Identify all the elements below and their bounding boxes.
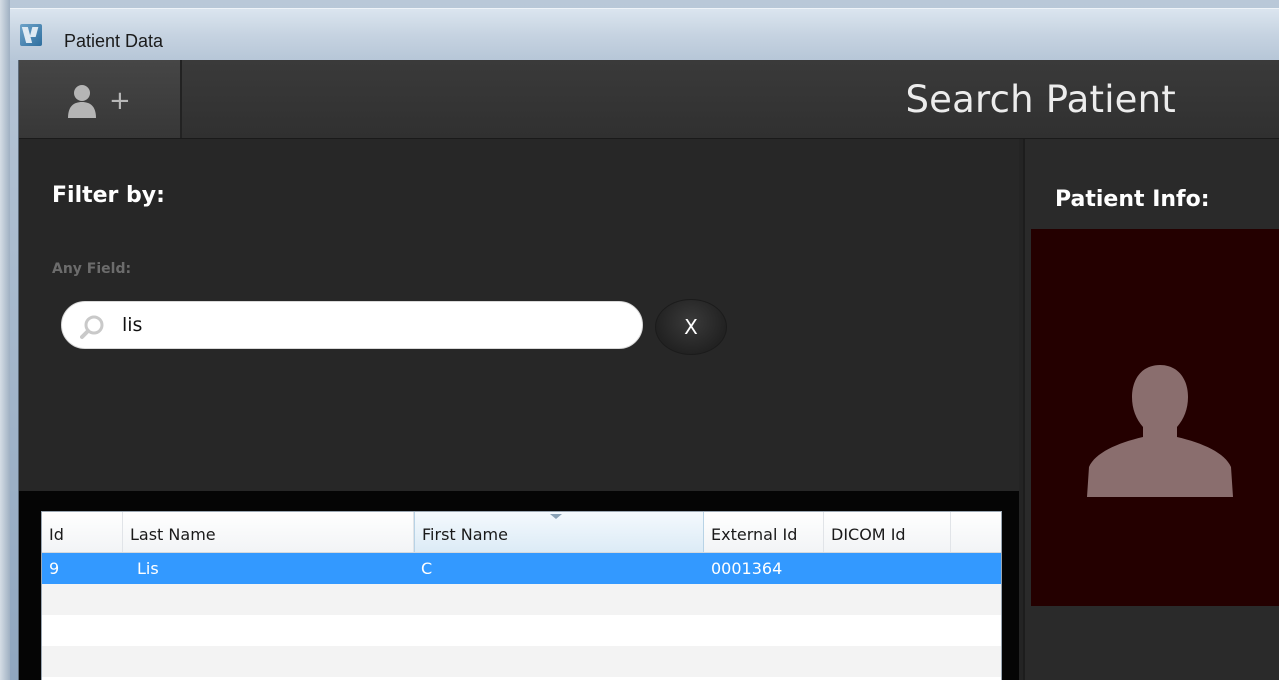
patient-info-heading: Patient Info: [1055, 187, 1210, 212]
filter-pane: Filter by: Any Field: X Id Last Name Fir… [19, 139, 1019, 680]
desktop-edge [0, 0, 10, 680]
search-icon [80, 315, 104, 339]
column-header-last-name[interactable]: Last Name [123, 512, 414, 552]
toolbar: + Search Patient [19, 60, 1279, 139]
cell-last-name: Lis [137, 559, 159, 578]
plus-icon: + [109, 86, 131, 116]
search-input[interactable] [122, 310, 622, 340]
add-person-icon [68, 85, 96, 118]
empty-table-row [42, 646, 1001, 677]
person-silhouette-icon [1087, 365, 1233, 497]
cell-first-name: C [421, 559, 433, 578]
cell-id: 9 [49, 559, 60, 578]
application-window: Patient Data + Search Patient Filter by:… [0, 0, 1279, 680]
patient-photo [1031, 229, 1279, 606]
any-field-label: Any Field: [52, 261, 132, 277]
patient-table[interactable]: Id Last Name First Name External Id DICO… [41, 511, 1002, 680]
patient-info-pane: Patient Info: [1023, 139, 1279, 680]
cell-dicom-id [824, 553, 951, 584]
empty-table-row [42, 615, 1001, 646]
client-area: + Search Patient Filter by: Any Field: X… [18, 60, 1279, 680]
window-title: Patient Data [64, 31, 164, 51]
column-header-filler [951, 512, 1001, 552]
search-field[interactable] [61, 301, 643, 349]
title-bar[interactable]: Patient Data [10, 8, 1279, 61]
filter-heading: Filter by: [52, 183, 165, 208]
table-header: Id Last Name First Name External Id DICO… [42, 512, 1001, 553]
column-header-dicom-id[interactable]: DICOM Id [824, 512, 951, 552]
clear-search-button[interactable]: X [655, 299, 727, 355]
cell-external-id: 0001364 [711, 559, 783, 578]
page-title: Search Patient [905, 78, 1176, 121]
table-row[interactable]: 9 Lis C 0001364 [42, 553, 1001, 584]
app-icon [20, 24, 42, 46]
column-header-external-id[interactable]: External Id [704, 512, 824, 552]
empty-table-row [42, 584, 1001, 615]
add-patient-button[interactable]: + [19, 60, 182, 138]
column-header-id[interactable]: Id [42, 512, 123, 552]
results-area: Id Last Name First Name External Id DICO… [19, 491, 1019, 680]
sort-descending-icon [550, 514, 562, 519]
